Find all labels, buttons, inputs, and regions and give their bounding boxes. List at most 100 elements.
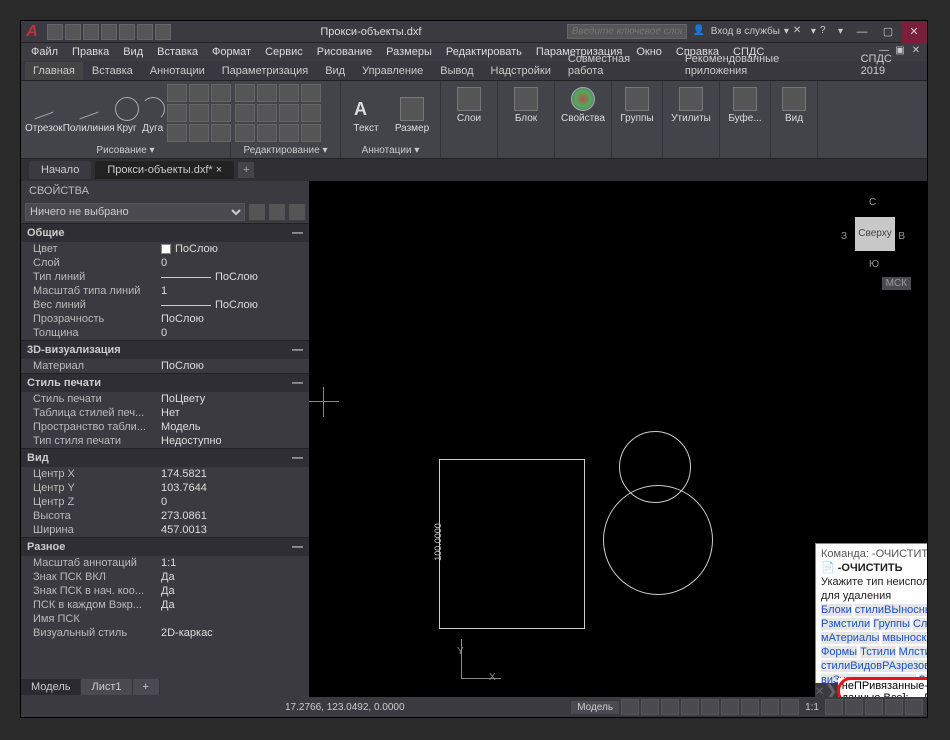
prop-row[interactable]: Центр Y103.7644: [21, 481, 309, 495]
doctab-add[interactable]: +: [238, 162, 254, 178]
chevron-down-icon[interactable]: ▾: [784, 26, 789, 37]
qat-save-icon[interactable]: [83, 24, 99, 40]
qat-open-icon[interactable]: [65, 24, 81, 40]
prop-row[interactable]: ПрозрачностьПоСлою: [21, 312, 309, 326]
tab-home[interactable]: Главная: [25, 62, 83, 80]
edit-small-9[interactable]: [235, 124, 255, 142]
edit-small-5[interactable]: [235, 104, 255, 122]
drawing-canvas[interactable]: 100.0000 Y X С З В Ю Сверху МСК Команда:…: [309, 181, 927, 697]
status-customize-icon[interactable]: [905, 699, 923, 715]
close-icon[interactable]: ×: [216, 164, 222, 176]
status-workspace-icon[interactable]: [865, 699, 883, 715]
utilities-button[interactable]: Утилиты: [667, 83, 715, 124]
minimize-button[interactable]: —: [849, 21, 875, 43]
prop-group-header[interactable]: Общие—: [21, 223, 309, 242]
prop-group-header[interactable]: Стиль печати—: [21, 373, 309, 392]
selection-dropdown[interactable]: Ничего не выбрано: [25, 203, 245, 221]
tab-manage[interactable]: Управление: [354, 62, 431, 80]
chevron-down-icon[interactable]: ▾: [811, 26, 816, 37]
draw-small-1[interactable]: [167, 84, 187, 102]
prop-row[interactable]: Ширина457.0013: [21, 523, 309, 537]
arc-tool[interactable]: Дуга: [141, 93, 165, 134]
pickadd-icon[interactable]: [269, 204, 285, 220]
status-annoscale-icon[interactable]: [825, 699, 843, 715]
status-snap-icon[interactable]: [641, 699, 659, 715]
opt-shapes[interactable]: Формы: [821, 646, 857, 658]
status-model[interactable]: Модель: [571, 701, 619, 714]
menu-tools[interactable]: Сервис: [259, 45, 309, 59]
prop-row[interactable]: Слой0: [21, 256, 309, 270]
maximize-button[interactable]: ▢: [875, 21, 901, 43]
draw-small-8[interactable]: [189, 124, 209, 142]
viewcube-face[interactable]: Сверху: [855, 217, 895, 251]
prop-group-header[interactable]: Вид—: [21, 448, 309, 467]
coordinates[interactable]: 17.2766, 123.0492, 0.0000: [25, 702, 405, 713]
cmdline-input[interactable]: -R: [924, 680, 927, 697]
cmdline-history-icon[interactable]: ❯: [824, 683, 837, 697]
opt-blocks[interactable]: Блоки: [821, 604, 852, 616]
doctab-start[interactable]: Начало: [29, 161, 91, 179]
prop-row[interactable]: Тип линийПоСлою: [21, 270, 309, 284]
draw-small-6[interactable]: [211, 104, 231, 122]
status-cycling-icon[interactable]: [781, 699, 799, 715]
prop-row[interactable]: Тип стиля печатиНедоступно: [21, 434, 309, 448]
status-clean-icon[interactable]: [885, 699, 903, 715]
edit-small-4[interactable]: [301, 84, 321, 102]
panel-annotate-label[interactable]: Аннотации ▾: [345, 143, 436, 156]
login-link[interactable]: Вход в службы: [711, 26, 780, 37]
prop-row[interactable]: Центр Z0: [21, 495, 309, 509]
layout-tab-model[interactable]: Модель: [21, 679, 81, 695]
draw-small-7[interactable]: [167, 124, 187, 142]
prop-row[interactable]: Визуальный стиль2D-каркас: [21, 626, 309, 640]
opt-materials[interactable]: мАтериалы: [821, 632, 879, 644]
menu-file[interactable]: Файл: [25, 45, 64, 59]
tab-featured[interactable]: Рекомендованные приложения: [677, 50, 852, 80]
prop-row[interactable]: Высота273.0861: [21, 509, 309, 523]
viewcube[interactable]: С З В Ю Сверху МСК: [837, 191, 907, 281]
prop-row[interactable]: Знак ПСК ВКЛДа: [21, 570, 309, 584]
opt-groups[interactable]: Группы: [873, 618, 910, 630]
doctab-file[interactable]: Прокси-объекты.dxf* ×: [95, 161, 234, 179]
edit-small-1[interactable]: [235, 84, 255, 102]
prop-row[interactable]: Масштаб аннотаций1:1: [21, 556, 309, 570]
opt-mleaderstyles[interactable]: стилиВЫносныхэлементов: [855, 604, 927, 616]
exchange-icon[interactable]: ✕: [793, 25, 807, 39]
status-osnap-icon[interactable]: [701, 699, 719, 715]
tab-view[interactable]: Вид: [317, 62, 353, 80]
prop-row[interactable]: Стиль печатиПоЦвету: [21, 392, 309, 406]
opt-textstyles[interactable]: Тстили: [860, 646, 895, 658]
opt-layers[interactable]: Слои: [913, 618, 927, 630]
edit-small-10[interactable]: [257, 124, 277, 142]
panel-edit-label[interactable]: Редактирование ▾: [235, 143, 336, 156]
prop-row[interactable]: Знак ПСК в нач. коо...Да: [21, 584, 309, 598]
panel-draw-label[interactable]: Рисование ▾: [25, 143, 226, 156]
prop-row[interactable]: ЦветПоСлою: [21, 242, 309, 256]
opt-mlinestyles[interactable]: Млстили: [899, 646, 927, 658]
status-otrack-icon[interactable]: [721, 699, 739, 715]
qat-new-icon[interactable]: [47, 24, 63, 40]
prop-row[interactable]: Пространство табли...Модель: [21, 420, 309, 434]
tab-insert[interactable]: Вставка: [84, 62, 141, 80]
menu-format[interactable]: Формат: [206, 45, 257, 59]
status-gear-icon[interactable]: [845, 699, 863, 715]
view-button[interactable]: Вид: [775, 83, 813, 124]
status-transparency-icon[interactable]: [761, 699, 779, 715]
prop-group-header[interactable]: Разное—: [21, 537, 309, 556]
opt-dimstyles[interactable]: Рзмстили: [821, 618, 870, 630]
menu-view[interactable]: Вид: [117, 45, 149, 59]
tab-parametric[interactable]: Параметризация: [214, 62, 316, 80]
app-logo[interactable]: A: [21, 21, 43, 43]
layout-tab-add[interactable]: +: [133, 679, 160, 695]
chevron-down-icon[interactable]: ▾: [838, 26, 843, 37]
tab-spds[interactable]: СПДС 2019: [853, 50, 927, 80]
menu-insert[interactable]: Вставка: [151, 45, 204, 59]
close-button[interactable]: ✕: [901, 21, 927, 43]
qat-plot-icon[interactable]: [119, 24, 135, 40]
properties-button[interactable]: Свойства: [559, 83, 607, 124]
menu-modify[interactable]: Редактировать: [440, 45, 528, 59]
draw-small-9[interactable]: [211, 124, 231, 142]
status-lwt-icon[interactable]: [741, 699, 759, 715]
prop-row[interactable]: ПСК в каждом Вэкр...Да: [21, 598, 309, 612]
prop-row[interactable]: Толщина0: [21, 326, 309, 340]
menu-dimension[interactable]: Размеры: [380, 45, 438, 59]
